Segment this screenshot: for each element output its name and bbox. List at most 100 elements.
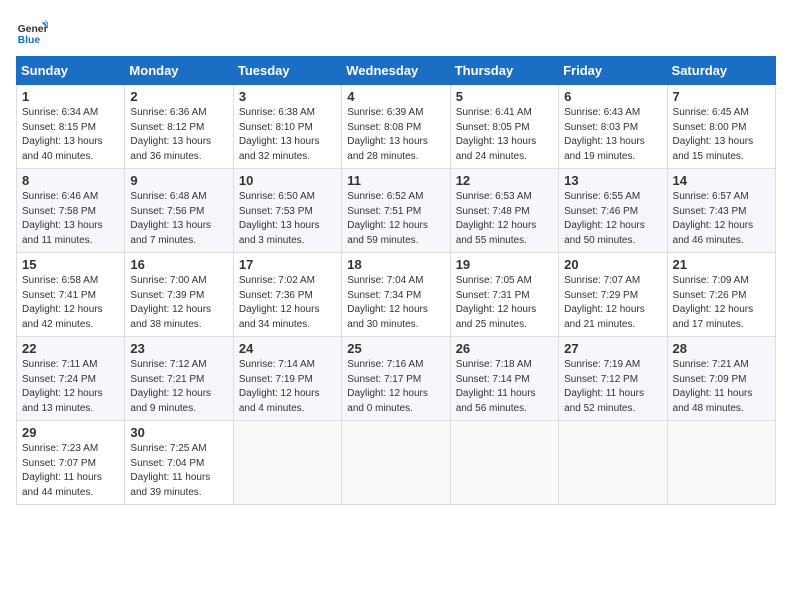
calendar-cell: 27 Sunrise: 7:19 AM Sunset: 7:12 PM Dayli… (559, 337, 667, 421)
day-info: Sunrise: 7:19 AM Sunset: 7:12 PM Dayligh… (564, 358, 661, 416)
calendar-cell (233, 421, 341, 505)
day-info: Sunrise: 6:52 AM Sunset: 7:51 PM Dayligh… (347, 190, 444, 248)
calendar-cell: 19Sunrise: 7:05 AM Sunset: 7:31 PM Dayli… (450, 253, 558, 337)
day-info: Sunrise: 7:18 AM Sunset: 7:14 PM Dayligh… (456, 358, 553, 416)
calendar-cell: 26 Sunrise: 7:18 AM Sunset: 7:14 PM Dayli… (450, 337, 558, 421)
calendar-cell (559, 421, 667, 505)
calendar-cell: 9Sunrise: 6:48 AM Sunset: 7:56 PM Daylig… (125, 169, 233, 253)
svg-text:Blue: Blue (18, 35, 41, 46)
day-number: 28 (673, 341, 770, 356)
svg-text:General: General (18, 24, 48, 35)
day-number: 10 (239, 173, 336, 188)
day-number: 5 (456, 89, 553, 104)
calendar-cell: 29 Sunrise: 7:23 AM Sunset: 7:07 PM Dayli… (17, 421, 125, 505)
calendar-cell: 14 Sunrise: 6:57 AM Sunset: 7:43 PM Dayli… (667, 169, 775, 253)
day-info: Sunrise: 6:53 AM Sunset: 7:48 PM Dayligh… (456, 190, 553, 248)
day-info: Sunrise: 6:43 AM Sunset: 8:03 PM Dayligh… (564, 106, 661, 164)
day-number: 18 (347, 257, 444, 272)
weekday-header-saturday: Saturday (667, 57, 775, 85)
calendar-cell (342, 421, 450, 505)
calendar-cell: 28 Sunrise: 7:21 AM Sunset: 7:09 PM Dayli… (667, 337, 775, 421)
day-info: Sunrise: 7:07 AM Sunset: 7:29 PM Dayligh… (564, 274, 661, 332)
day-number: 13 (564, 173, 661, 188)
day-number: 29 (22, 425, 119, 440)
day-info: Sunrise: 6:45 AM Sunset: 8:00 PM Dayligh… (673, 106, 770, 164)
calendar-table: SundayMondayTuesdayWednesdayThursdayFrid… (16, 56, 776, 505)
day-number: 25 (347, 341, 444, 356)
day-info: Sunrise: 7:04 AM Sunset: 7:34 PM Dayligh… (347, 274, 444, 332)
calendar-cell: 3 Sunrise: 6:38 AM Sunset: 8:10 PM Daylig… (233, 85, 341, 169)
day-info: Sunrise: 6:50 AM Sunset: 7:53 PM Dayligh… (239, 190, 336, 248)
day-info: Sunrise: 6:39 AM Sunset: 8:08 PM Dayligh… (347, 106, 444, 164)
calendar-cell: 16Sunrise: 7:00 AM Sunset: 7:39 PM Dayli… (125, 253, 233, 337)
day-number: 7 (673, 89, 770, 104)
calendar-cell: 17Sunrise: 7:02 AM Sunset: 7:36 PM Dayli… (233, 253, 341, 337)
day-number: 30 (130, 425, 227, 440)
calendar-cell: 12Sunrise: 6:53 AM Sunset: 7:48 PM Dayli… (450, 169, 558, 253)
calendar-cell: 15 Sunrise: 6:58 AM Sunset: 7:41 PM Dayli… (17, 253, 125, 337)
calendar-cell: 22 Sunrise: 7:11 AM Sunset: 7:24 PM Dayli… (17, 337, 125, 421)
weekday-header-tuesday: Tuesday (233, 57, 341, 85)
day-number: 14 (673, 173, 770, 188)
day-number: 22 (22, 341, 119, 356)
day-info: Sunrise: 6:34 AM Sunset: 8:15 PM Dayligh… (22, 106, 119, 164)
calendar-week-row: 1 Sunrise: 6:34 AM Sunset: 8:15 PM Daylig… (17, 85, 776, 169)
day-number: 26 (456, 341, 553, 356)
calendar-cell (667, 421, 775, 505)
calendar-cell: 23 Sunrise: 7:12 AM Sunset: 7:21 PM Dayli… (125, 337, 233, 421)
calendar-cell: 7 Sunrise: 6:45 AM Sunset: 8:00 PM Daylig… (667, 85, 775, 169)
day-number: 24 (239, 341, 336, 356)
calendar-cell: 13Sunrise: 6:55 AM Sunset: 7:46 PM Dayli… (559, 169, 667, 253)
day-info: Sunrise: 7:25 AM Sunset: 7:04 PM Dayligh… (130, 442, 227, 500)
day-info: Sunrise: 6:48 AM Sunset: 7:56 PM Dayligh… (130, 190, 227, 248)
day-info: Sunrise: 7:00 AM Sunset: 7:39 PM Dayligh… (130, 274, 227, 332)
day-info: Sunrise: 7:23 AM Sunset: 7:07 PM Dayligh… (22, 442, 119, 500)
calendar-cell: 25Sunrise: 7:16 AM Sunset: 7:17 PM Dayli… (342, 337, 450, 421)
calendar-cell: 10 Sunrise: 6:50 AM Sunset: 7:53 PM Dayli… (233, 169, 341, 253)
weekday-header-row: SundayMondayTuesdayWednesdayThursdayFrid… (17, 57, 776, 85)
calendar-cell (450, 421, 558, 505)
day-number: 17 (239, 257, 336, 272)
day-number: 20 (564, 257, 661, 272)
calendar-week-row: 15 Sunrise: 6:58 AM Sunset: 7:41 PM Dayli… (17, 253, 776, 337)
calendar-cell: 1 Sunrise: 6:34 AM Sunset: 8:15 PM Daylig… (17, 85, 125, 169)
weekday-header-wednesday: Wednesday (342, 57, 450, 85)
day-number: 23 (130, 341, 227, 356)
calendar-cell: 18 Sunrise: 7:04 AM Sunset: 7:34 PM Dayli… (342, 253, 450, 337)
day-info: Sunrise: 7:21 AM Sunset: 7:09 PM Dayligh… (673, 358, 770, 416)
calendar-week-row: 22 Sunrise: 7:11 AM Sunset: 7:24 PM Dayli… (17, 337, 776, 421)
day-number: 15 (22, 257, 119, 272)
weekday-header-friday: Friday (559, 57, 667, 85)
calendar-cell: 4 Sunrise: 6:39 AM Sunset: 8:08 PM Daylig… (342, 85, 450, 169)
day-number: 21 (673, 257, 770, 272)
day-info: Sunrise: 7:12 AM Sunset: 7:21 PM Dayligh… (130, 358, 227, 416)
calendar-week-row: 29 Sunrise: 7:23 AM Sunset: 7:07 PM Dayli… (17, 421, 776, 505)
day-number: 6 (564, 89, 661, 104)
weekday-header-monday: Monday (125, 57, 233, 85)
day-info: Sunrise: 6:41 AM Sunset: 8:05 PM Dayligh… (456, 106, 553, 164)
day-number: 19 (456, 257, 553, 272)
calendar-cell: 24 Sunrise: 7:14 AM Sunset: 7:19 PM Dayli… (233, 337, 341, 421)
day-info: Sunrise: 6:38 AM Sunset: 8:10 PM Dayligh… (239, 106, 336, 164)
day-info: Sunrise: 7:14 AM Sunset: 7:19 PM Dayligh… (239, 358, 336, 416)
day-info: Sunrise: 7:11 AM Sunset: 7:24 PM Dayligh… (22, 358, 119, 416)
calendar-cell: 11 Sunrise: 6:52 AM Sunset: 7:51 PM Dayli… (342, 169, 450, 253)
calendar-cell: 21 Sunrise: 7:09 AM Sunset: 7:26 PM Dayli… (667, 253, 775, 337)
day-number: 4 (347, 89, 444, 104)
day-info: Sunrise: 6:46 AM Sunset: 7:58 PM Dayligh… (22, 190, 119, 248)
day-number: 11 (347, 173, 444, 188)
calendar-week-row: 8Sunrise: 6:46 AM Sunset: 7:58 PM Daylig… (17, 169, 776, 253)
day-info: Sunrise: 6:36 AM Sunset: 8:12 PM Dayligh… (130, 106, 227, 164)
day-number: 27 (564, 341, 661, 356)
calendar-cell: 30 Sunrise: 7:25 AM Sunset: 7:04 PM Dayli… (125, 421, 233, 505)
day-info: Sunrise: 7:09 AM Sunset: 7:26 PM Dayligh… (673, 274, 770, 332)
day-number: 1 (22, 89, 119, 104)
calendar-cell: 5 Sunrise: 6:41 AM Sunset: 8:05 PM Daylig… (450, 85, 558, 169)
logo: General Blue (16, 16, 52, 48)
day-number: 3 (239, 89, 336, 104)
day-info: Sunrise: 6:58 AM Sunset: 7:41 PM Dayligh… (22, 274, 119, 332)
day-info: Sunrise: 6:57 AM Sunset: 7:43 PM Dayligh… (673, 190, 770, 248)
page-header: General Blue (16, 16, 776, 48)
logo-icon: General Blue (16, 16, 48, 48)
weekday-header-sunday: Sunday (17, 57, 125, 85)
